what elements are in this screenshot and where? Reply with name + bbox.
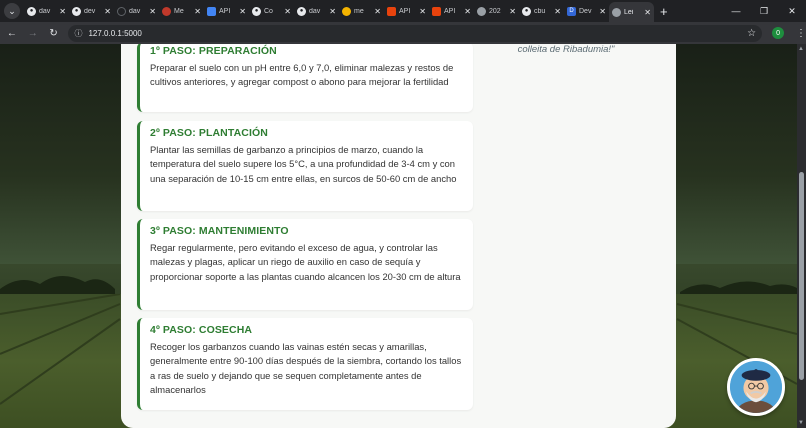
- globe-icon: [477, 6, 486, 16]
- tab-list: ● dav ✕ ● dev ✕ dav ✕ Me ✕ API ✕ ● Co ✕ ● dav ✕ me ✕…: [24, 0, 654, 22]
- browser-tab[interactable]: 202 ✕: [474, 2, 519, 20]
- browser-tab[interactable]: ● dav ✕: [294, 2, 339, 20]
- close-tab-icon[interactable]: ✕: [644, 8, 651, 17]
- tab-label: API: [219, 7, 231, 15]
- close-tab-icon[interactable]: ✕: [554, 7, 561, 16]
- step-text: Recoger los garbanzos cuando las vainas …: [150, 341, 462, 396]
- tab-label: dev: [84, 7, 96, 15]
- tab-label: Dev: [579, 7, 592, 15]
- emoji-icon: [342, 6, 351, 16]
- github-icon: ●: [72, 6, 81, 16]
- chatbot-avatar-button[interactable]: [727, 358, 785, 416]
- url-text: 127.0.0.1:5000: [88, 28, 142, 38]
- page-viewport: colleita de Ribadumia!" 1º PASO: PREPARA…: [0, 44, 797, 428]
- reload-icon[interactable]: ↻: [45, 24, 63, 42]
- brave-icon: [432, 6, 441, 16]
- close-tab-icon[interactable]: ✕: [374, 7, 381, 16]
- close-tab-icon[interactable]: ✕: [329, 7, 336, 16]
- farmer-avatar-icon: [730, 361, 782, 413]
- site-info-icon[interactable]: ⓘ: [74, 28, 82, 39]
- restore-icon[interactable]: ❐: [750, 0, 778, 22]
- github-icon: ●: [297, 6, 306, 16]
- tab-strip: ⌄ ● dav ✕ ● dev ✕ dav ✕ Me ✕ API ✕ ● Co ✕ ● dav ✕ m…: [0, 0, 806, 22]
- tab-label: API: [399, 7, 411, 15]
- tab-label: 202: [489, 7, 501, 15]
- scroll-down-arrow-icon[interactable]: ▼: [798, 420, 804, 426]
- blank-icon: [117, 6, 126, 16]
- address-bar[interactable]: ⓘ 127.0.0.1:5000 ☆: [68, 24, 763, 42]
- close-tab-icon[interactable]: ✕: [599, 7, 606, 16]
- tab-label: dav: [129, 7, 141, 15]
- browser-tab[interactable]: ● cbu ✕: [519, 2, 564, 20]
- browser-tab[interactable]: API ✕: [429, 2, 474, 20]
- step-card-plantation: 2º PASO: PLANTACIÓN Plantar las semillas…: [137, 121, 473, 211]
- close-tab-icon[interactable]: ✕: [509, 7, 516, 16]
- dev-icon: D: [567, 6, 576, 16]
- scroll-up-arrow-icon[interactable]: ▲: [798, 46, 804, 52]
- github-icon: ●: [522, 6, 531, 16]
- browser-tab[interactable]: me ✕: [339, 2, 384, 20]
- step-text: Plantar las semillas de garbanzo a princ…: [150, 144, 457, 184]
- close-tab-icon[interactable]: ✕: [59, 7, 66, 16]
- github-icon: ●: [252, 6, 261, 16]
- bookmark-star-icon[interactable]: ☆: [747, 28, 756, 39]
- browser-tab[interactable]: ● dev ✕: [69, 2, 114, 20]
- tab-label: Co: [264, 7, 273, 15]
- page-scrollbar[interactable]: ▲ ▼: [797, 44, 806, 428]
- browser-tab[interactable]: ● Co ✕: [249, 2, 294, 20]
- globe-icon: [612, 7, 621, 17]
- step-title: 1º PASO: PREPARACIÓN: [150, 45, 277, 57]
- browser-tab-active[interactable]: Lei ✕: [609, 2, 654, 22]
- step-title: 3º PASO: MANTENIMIENTO: [150, 225, 289, 237]
- scroll-thumb[interactable]: [799, 172, 804, 380]
- close-tab-icon[interactable]: ✕: [239, 7, 246, 16]
- close-tab-icon[interactable]: ✕: [149, 7, 156, 16]
- step-title: 4º PASO: COSECHA: [150, 324, 253, 336]
- extension-badge[interactable]: 0: [772, 27, 784, 39]
- step-card-maintenance: 3º PASO: MANTENIMIENTO Regar regularment…: [137, 219, 473, 310]
- close-tab-icon[interactable]: ✕: [464, 7, 471, 16]
- close-tab-icon[interactable]: ✕: [194, 7, 201, 16]
- new-tab-icon[interactable]: +: [660, 4, 668, 19]
- tab-label: Lei: [624, 8, 634, 16]
- step-title: 2º PASO: PLANTACIÓN: [150, 127, 268, 139]
- minimize-icon[interactable]: —: [722, 0, 750, 22]
- close-tab-icon[interactable]: ✕: [284, 7, 291, 16]
- menu-icon[interactable]: ⋮: [796, 28, 806, 39]
- close-tab-icon[interactable]: ✕: [419, 7, 426, 16]
- step-card-preparation: 1º PASO: PREPARACIÓN Preparar el suelo c…: [137, 44, 473, 112]
- tab-label: Me: [174, 7, 184, 15]
- tab-search-icon[interactable]: ⌄: [4, 3, 20, 19]
- tab-label: dav: [39, 7, 51, 15]
- app-icon: [162, 6, 171, 16]
- browser-tab[interactable]: D Dev ✕: [564, 2, 609, 20]
- close-window-icon[interactable]: ✕: [778, 0, 806, 22]
- close-tab-icon[interactable]: ✕: [104, 7, 111, 16]
- forward-icon[interactable]: →: [24, 24, 42, 42]
- step-text: Preparar el suelo con un pH entre 6,0 y …: [150, 62, 454, 88]
- tab-label: me: [354, 7, 364, 15]
- tab-label: dav: [309, 7, 321, 15]
- browser-tab[interactable]: API ✕: [384, 2, 429, 20]
- brave-icon: [387, 6, 396, 16]
- browser-toolbar: ← → ↻ ⓘ 127.0.0.1:5000 ☆ 0 ⋮: [0, 22, 806, 44]
- api-icon: [207, 6, 216, 16]
- github-icon: ●: [27, 6, 36, 16]
- quote-text: colleita de Ribadumia!": [517, 44, 615, 55]
- browser-tab[interactable]: API ✕: [204, 2, 249, 20]
- browser-tab[interactable]: dav ✕: [114, 2, 159, 20]
- window-controls: — ❐ ✕: [722, 0, 806, 22]
- step-card-harvest: 4º PASO: COSECHA Recoger los garbanzos c…: [137, 318, 473, 410]
- browser-tab[interactable]: Me ✕: [159, 2, 204, 20]
- browser-tab[interactable]: ● dav ✕: [24, 2, 69, 20]
- tab-label: API: [444, 7, 456, 15]
- step-text: Regar regularmente, pero evitando el exc…: [150, 242, 461, 282]
- back-icon[interactable]: ←: [3, 24, 21, 42]
- tab-label: cbu: [534, 7, 546, 15]
